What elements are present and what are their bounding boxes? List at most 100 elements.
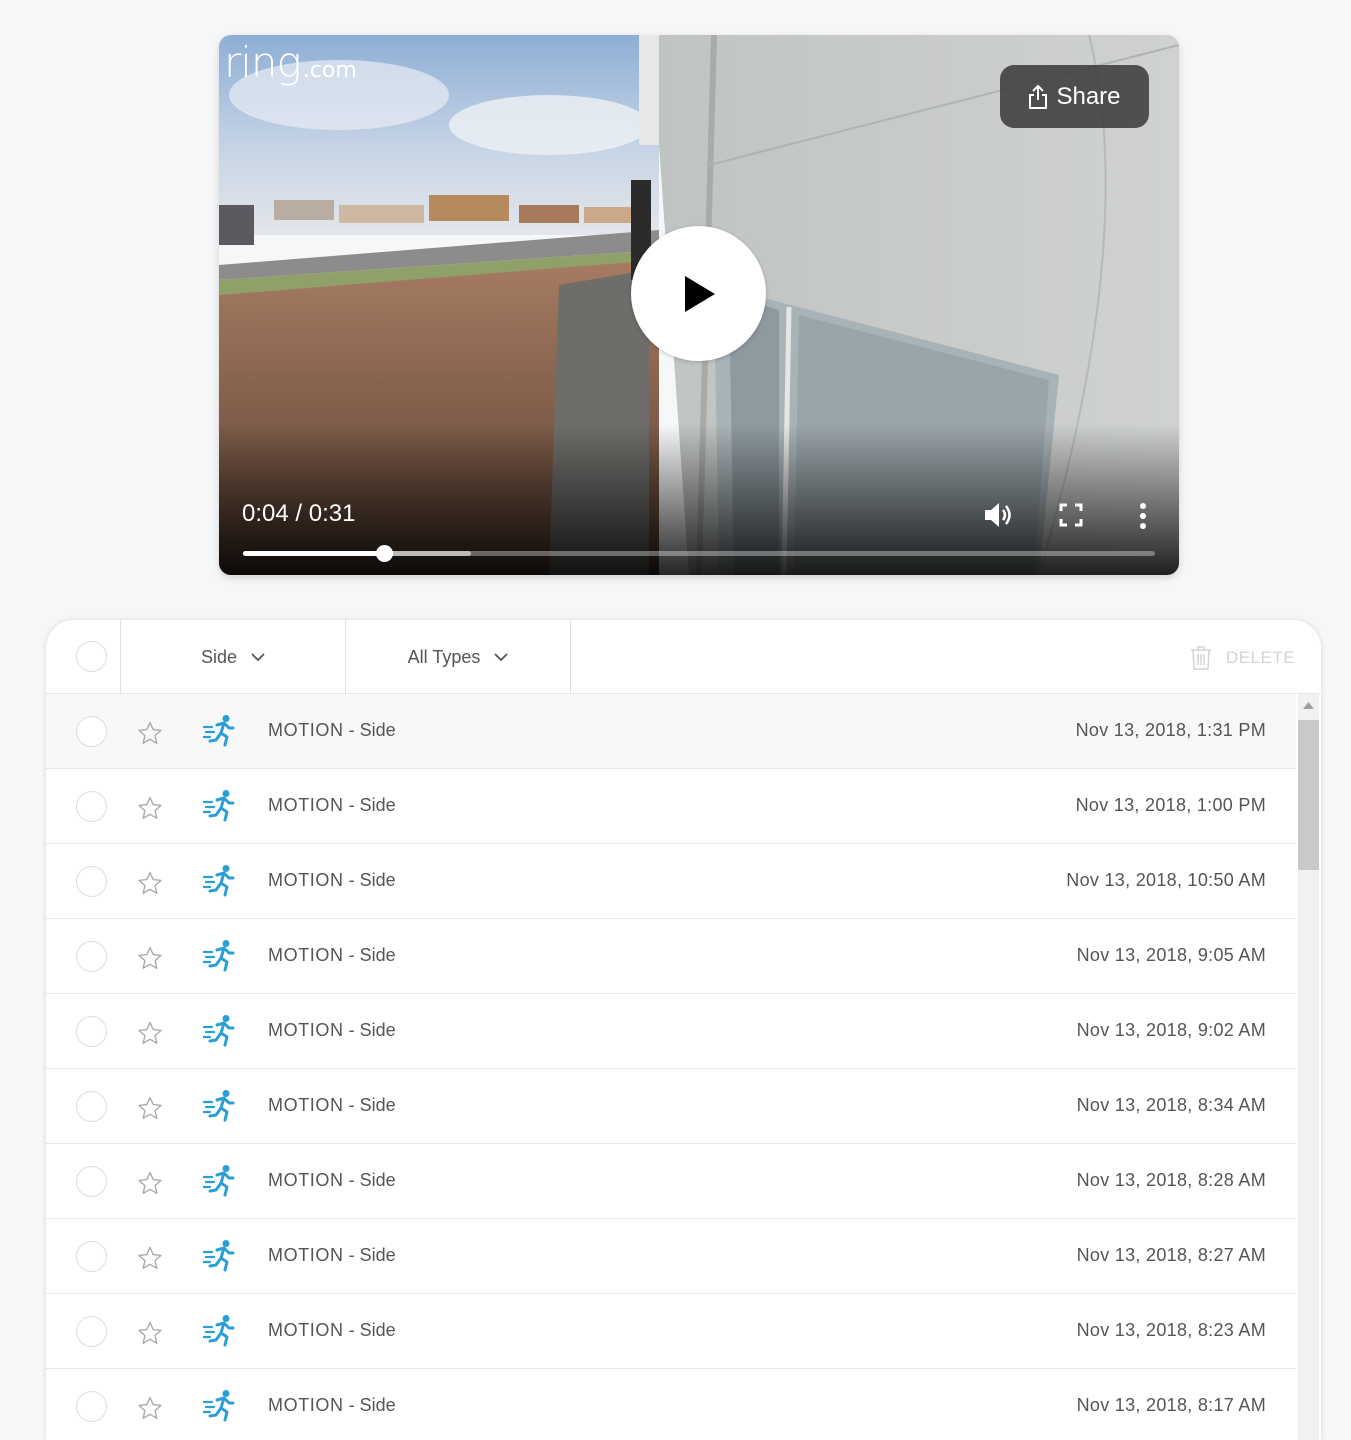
star-icon[interactable] [137,871,163,895]
event-kind: MOTION [268,1395,344,1415]
event-row[interactable]: MOTION - Side Nov 13, 2018, 8:34 AM [46,1069,1296,1144]
fullscreen-icon[interactable] [1059,503,1083,527]
star-icon[interactable] [137,721,163,745]
list-toolbar: Side All Types DELETE [46,620,1321,694]
event-device: Side [359,1395,396,1415]
scrollbar[interactable] [1298,694,1319,1440]
event-device: Side [359,945,396,965]
event-date: Nov 13, 2018, 1:31 PM [1075,720,1266,740]
play-button[interactable] [631,226,766,361]
event-history-panel: Side All Types DELETE MOTION - Side Nov … [46,620,1321,1440]
motion-icon [203,940,235,972]
star-icon[interactable] [137,796,163,820]
event-row[interactable]: MOTION - Side Nov 13, 2018, 10:50 AM [46,844,1296,919]
event-list: MOTION - Side Nov 13, 2018, 1:31 PM MOTI… [46,694,1296,1440]
event-title: MOTION - Side [268,945,396,965]
trash-icon [1191,646,1211,670]
share-button[interactable]: Share [1000,65,1149,128]
event-device: Side [359,1020,396,1040]
star-icon[interactable] [137,1096,163,1120]
event-row[interactable]: MOTION - Side Nov 13, 2018, 1:00 PM [46,769,1296,844]
star-icon[interactable] [137,1171,163,1195]
event-date: Nov 13, 2018, 1:00 PM [1075,795,1266,815]
progress-bar[interactable] [243,545,1155,562]
motion-icon [203,865,235,897]
event-date: Nov 13, 2018, 9:05 AM [1076,945,1266,965]
event-title: MOTION - Side [268,870,396,890]
event-kind: MOTION [268,870,344,890]
event-title: MOTION - Side [268,1395,396,1415]
event-device: Side [359,795,396,815]
event-device: Side [359,1245,396,1265]
motion-icon [203,790,235,822]
row-select-checkbox[interactable] [76,791,107,822]
event-title: MOTION - Side [268,795,396,815]
event-kind: MOTION [268,1245,344,1265]
event-row[interactable]: MOTION - Side Nov 13, 2018, 9:02 AM [46,994,1296,1069]
event-row[interactable]: MOTION - Side Nov 13, 2018, 8:28 AM [46,1144,1296,1219]
event-title: MOTION - Side [268,1095,396,1115]
scroll-up-arrow-icon[interactable] [1303,702,1314,709]
event-row[interactable]: MOTION - Side Nov 13, 2018, 1:31 PM [46,694,1296,769]
star-icon[interactable] [137,1321,163,1345]
event-kind: MOTION [268,720,344,740]
device-filter-dropdown[interactable]: Side [121,620,345,694]
row-select-checkbox[interactable] [76,716,107,747]
event-device: Side [359,1170,396,1190]
row-select-checkbox[interactable] [76,1016,107,1047]
event-kind: MOTION [268,1020,344,1040]
event-date: Nov 13, 2018, 8:34 AM [1076,1095,1266,1115]
event-title: MOTION - Side [268,1245,396,1265]
type-filter-dropdown[interactable]: All Types [346,620,570,694]
play-icon [684,275,715,312]
event-device: Side [359,1320,396,1340]
star-icon[interactable] [137,1396,163,1420]
event-title: MOTION - Side [268,720,396,740]
star-icon[interactable] [137,946,163,970]
event-row[interactable]: MOTION - Side Nov 13, 2018, 9:05 AM [46,919,1296,994]
event-kind: MOTION [268,1170,344,1190]
star-icon[interactable] [137,1021,163,1045]
event-title: MOTION - Side [268,1320,396,1340]
row-select-checkbox[interactable] [76,1166,107,1197]
played-range [243,551,385,556]
time-display: 0:04 / 0:31 [242,500,356,527]
event-date: Nov 13, 2018, 8:17 AM [1076,1395,1266,1415]
event-date: Nov 13, 2018, 9:02 AM [1076,1020,1266,1040]
chevron-down-icon [494,652,508,661]
event-title: MOTION - Side [268,1170,396,1190]
share-label: Share [1056,82,1121,110]
star-icon[interactable] [137,1246,163,1270]
event-row[interactable]: MOTION - Side Nov 13, 2018, 8:27 AM [46,1219,1296,1294]
delete-button[interactable]: DELETE [1190,646,1295,670]
delete-label: DELETE [1226,648,1296,667]
event-device: Side [359,720,396,740]
event-kind: MOTION [268,945,344,965]
event-row[interactable]: MOTION - Side Nov 13, 2018, 8:23 AM [46,1294,1296,1369]
device-filter-label: Side [200,646,238,667]
row-select-checkbox[interactable] [76,1241,107,1272]
row-select-checkbox[interactable] [76,941,107,972]
scrollbar-thumb[interactable] [1298,720,1319,870]
event-row[interactable]: MOTION - Side Nov 13, 2018, 8:17 AM [46,1369,1296,1440]
row-select-checkbox[interactable] [76,866,107,897]
motion-icon [203,1240,235,1272]
event-date: Nov 13, 2018, 8:27 AM [1076,1245,1266,1265]
event-device: Side [359,1095,396,1115]
select-all-checkbox[interactable] [76,641,107,672]
ring-logo: ring.com [224,38,357,87]
event-kind: MOTION [268,1095,344,1115]
motion-icon [203,715,235,747]
motion-icon [203,1015,235,1047]
row-select-checkbox[interactable] [76,1391,107,1422]
event-kind: MOTION [268,795,344,815]
motion-icon [203,1315,235,1347]
chevron-down-icon [251,652,265,661]
more-options-icon[interactable] [1138,502,1148,530]
event-title: MOTION - Side [268,1020,396,1040]
motion-icon [203,1165,235,1197]
row-select-checkbox[interactable] [76,1091,107,1122]
volume-icon[interactable] [983,500,1015,530]
row-select-checkbox[interactable] [76,1316,107,1347]
motion-icon [203,1390,235,1422]
